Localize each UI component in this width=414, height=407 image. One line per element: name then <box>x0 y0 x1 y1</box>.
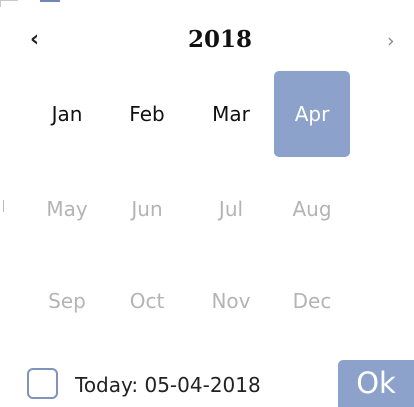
month-cell-aug[interactable]: Aug <box>274 166 350 252</box>
today-label[interactable]: Today: 05-04-2018 <box>75 370 315 400</box>
month-cell-dec[interactable]: Dec <box>274 258 350 344</box>
underlying-input-edge <box>0 0 18 7</box>
month-cell-jul[interactable]: Jul <box>193 166 269 252</box>
month-cell-jun[interactable]: Jun <box>109 166 185 252</box>
chevron-right-icon: › <box>387 30 395 52</box>
month-cell-feb[interactable]: Feb <box>109 71 185 157</box>
chevron-left-icon: ‹ <box>30 27 40 52</box>
month-cell-mar[interactable]: Mar <box>193 71 269 157</box>
month-cell-may[interactable]: May <box>29 166 105 252</box>
month-cell-sep[interactable]: Sep <box>29 258 105 344</box>
next-year-button[interactable]: › <box>387 27 407 55</box>
picker-footer: Today: 05-04-2018 Ok <box>0 360 414 407</box>
month-cell-apr[interactable]: Apr <box>274 71 350 157</box>
month-cell-oct[interactable]: Oct <box>109 258 185 344</box>
divider <box>3 200 4 212</box>
checkbox-icon[interactable] <box>27 368 58 399</box>
month-picker: ‹ 2018 › Jan Feb Mar Apr May Jun Jul Aug… <box>0 0 414 407</box>
month-cell-jan[interactable]: Jan <box>29 71 105 157</box>
prev-year-button[interactable]: ‹ <box>30 26 54 54</box>
underlying-input-accent <box>40 0 60 2</box>
ok-button[interactable]: Ok <box>338 360 414 407</box>
year-title[interactable]: 2018 <box>150 24 290 56</box>
picker-header: ‹ 2018 › <box>0 24 414 58</box>
month-cell-nov[interactable]: Nov <box>193 258 269 344</box>
